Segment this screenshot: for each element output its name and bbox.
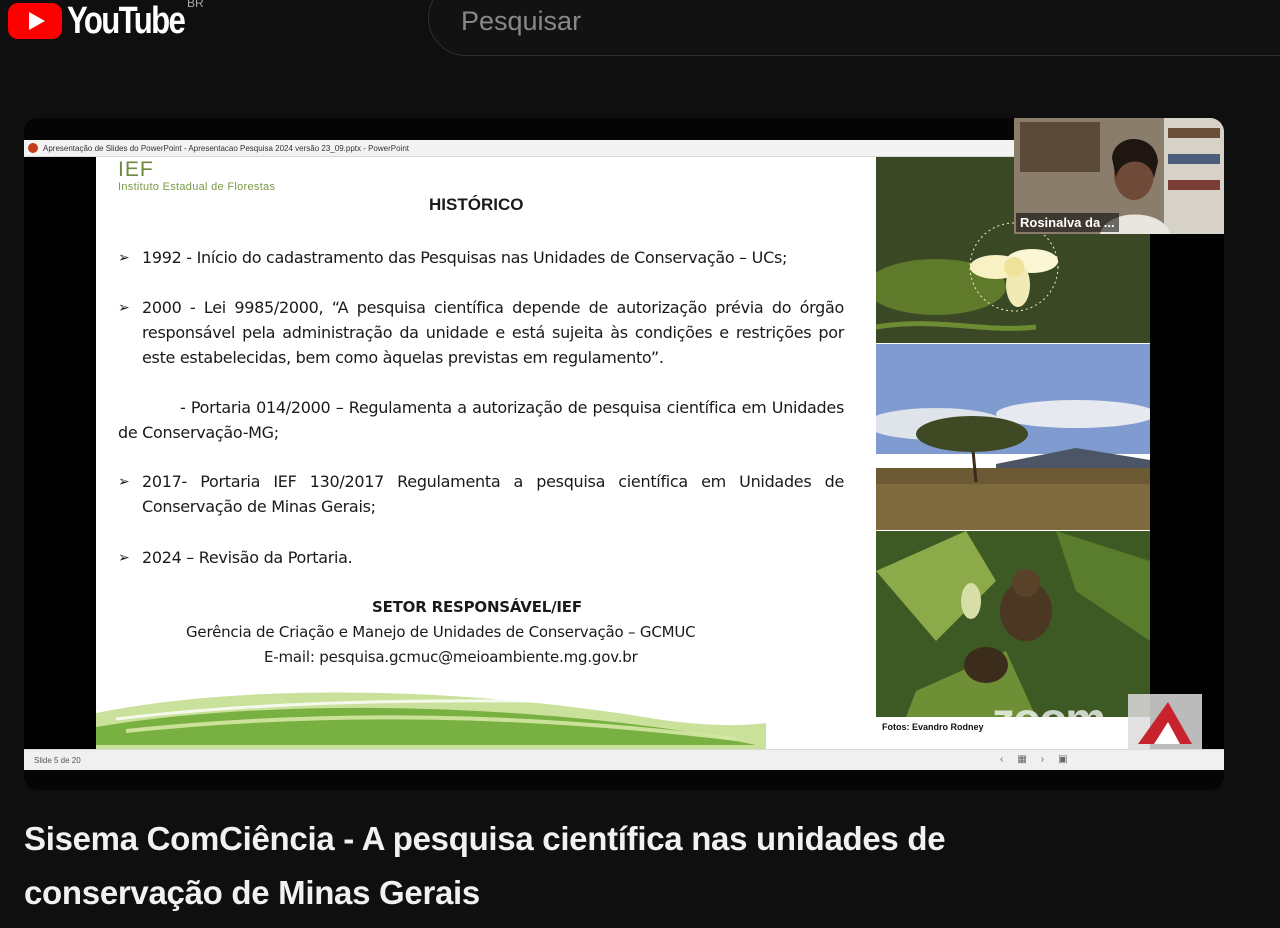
sector-name: Gerência de Criação e Manejo de Unidades… [186, 623, 696, 641]
video-title: Sisema ComCiência - A pesquisa científic… [24, 820, 946, 911]
photo-credit: Fotos: Evandro Rodney [882, 722, 984, 732]
previous-slide-icon[interactable]: ‹ [1000, 754, 1003, 765]
slide-heading: HISTÓRICO [429, 195, 524, 214]
youtube-logo[interactable]: YouTube [8, 0, 210, 42]
search-input[interactable] [459, 3, 1163, 39]
history-item: 2017- Portaria IEF 130/2017 Regulamenta … [142, 472, 844, 516]
bullet-arrow-icon: ➢ [118, 249, 130, 265]
ief-name: Instituto Estadual de Florestas [118, 181, 276, 193]
country-code: BR [187, 0, 204, 10]
photo-monkeys [876, 531, 1150, 717]
slide-number: Slide 5 de 20 [34, 756, 81, 765]
photo-tree-landscape [876, 344, 1150, 530]
participant-name: Rosinalva da ... [1016, 213, 1119, 232]
history-item: 1992 - Início do cadastramento das Pesqu… [142, 248, 788, 267]
history-item: 2000 - Lei 9985/2000, “A pesquisa cientí… [142, 298, 844, 367]
masthead: YouTube BR [0, 0, 1280, 56]
zoom-watermark: zoom [992, 693, 1106, 745]
slide-sorter-icon[interactable]: ▦ [1017, 754, 1026, 765]
zoom-share-screen: Apresentação de Slides do PowerPoint - A… [24, 118, 1224, 790]
powerpoint-window-title: Apresentação de Slides do PowerPoint - A… [43, 143, 410, 153]
statusbar-controls: ‹ ▦ › ▣ [1000, 754, 1068, 765]
sector-email: E-mail: pesquisa.gcmuc@meioambiente.mg.g… [264, 648, 638, 666]
green-swoosh-decoration [96, 692, 766, 749]
search-box[interactable] [428, 0, 1280, 56]
ief-abbr: IEF [118, 158, 154, 181]
powerpoint-icon [28, 143, 38, 153]
video-player[interactable]: Apresentação de Slides do PowerPoint - A… [24, 118, 1224, 790]
reading-view-icon[interactable]: ▣ [1058, 754, 1067, 765]
bullet-arrow-icon: ➢ [118, 549, 130, 565]
history-item: 2024 – Revisão da Portaria. [142, 548, 353, 567]
participant-video-tile: Rosinalva da ... [1014, 118, 1224, 234]
presentation-slide: IEF Instituto Estadual de Florestas HIST… [96, 157, 1150, 749]
sector-title: SETOR RESPONSÁVEL/IEF [372, 598, 582, 616]
minas-gerais-logo [1128, 694, 1202, 750]
youtube-play-icon [8, 3, 62, 39]
bullet-arrow-icon: ➢ [118, 299, 130, 315]
ief-logo: IEF Instituto Estadual de Florestas [118, 158, 276, 194]
history-item: - Portaria 014/2000 – Regulamenta a auto… [118, 398, 844, 442]
powerpoint-statusbar: Slide 5 de 20 ‹ ▦ › ▣ [24, 749, 1224, 770]
slide-area: IEF Instituto Estadual de Florestas HIST… [24, 157, 1224, 749]
next-slide-icon[interactable]: › [1041, 754, 1044, 765]
powerpoint-titlebar: Apresentação de Slides do PowerPoint - A… [24, 140, 1014, 157]
bullet-arrow-icon: ➢ [118, 473, 130, 489]
youtube-wordmark: YouTube [67, 0, 186, 42]
